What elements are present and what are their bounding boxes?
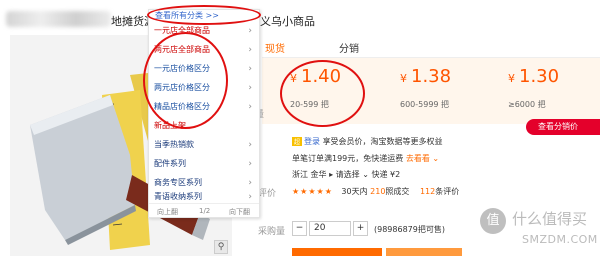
view-all-categories-link[interactable]: 查看所有分类 >> — [155, 10, 219, 21]
purchase-tabs: 现货 分销 — [262, 36, 600, 58]
review-suffix: 条评价 — [435, 187, 460, 196]
category-label: 配件系列 — [154, 159, 186, 168]
category-item[interactable]: 一元店价格区分 › — [154, 60, 257, 78]
buy-now-button[interactable] — [292, 248, 382, 256]
price-tier-2: ¥1.38 600-5999 把 — [400, 66, 451, 110]
category-label: 一元店全部商品 — [154, 26, 210, 35]
free-shipping-link[interactable]: 去看看 — [406, 154, 430, 163]
chevron-down-icon: ⌄ — [429, 154, 440, 163]
price-value: 1.38 — [411, 66, 452, 87]
express-fee: 快递 ¥2 — [371, 170, 401, 179]
price-range: 600-5999 把 — [400, 100, 450, 109]
category-label: 当季热销款 — [154, 140, 194, 149]
view-distribution-price-button[interactable]: 查看分销价 — [526, 119, 600, 135]
rating-stars: ★★★★★ — [292, 187, 333, 196]
free-shipping-text: 单笔订单满199元，免快递运费 — [292, 154, 404, 163]
category-item[interactable]: 当季热销款 › — [154, 136, 257, 154]
review-count[interactable]: 112 — [420, 187, 435, 196]
price-panel: ¥1.40 20-599 把 ¥1.38 600-5999 把 ¥1.30 ≥6… — [262, 58, 600, 124]
currency-symbol: ¥ — [290, 72, 297, 85]
tab-spot-goods[interactable]: 现货 — [265, 40, 285, 55]
page-up-button[interactable]: 向上翻 — [157, 207, 178, 217]
chevron-right-icon: › — [248, 102, 252, 112]
stock-available: (98986879把可售) — [374, 225, 445, 234]
quantity-plus-button[interactable]: + — [353, 221, 368, 236]
currency-symbol: ¥ — [400, 72, 407, 85]
blurred-title-text — [6, 11, 111, 27]
review-row-label: 评价 — [258, 189, 277, 199]
category-item[interactable]: 新品上架 — [154, 117, 257, 135]
add-to-cart-button[interactable] — [386, 248, 462, 256]
free-shipping-row: 单笔订单满199元，免快递运费 去看看 ⌄ — [292, 153, 439, 164]
product-title-row: 地摊货源 义乌小商品 — [0, 8, 600, 30]
watermark-text: 什么值得买 — [512, 210, 588, 228]
price-tier-1: ¥1.40 20-599 把 — [290, 66, 341, 110]
quantity-label: 采购量 — [258, 227, 286, 237]
price-tier-3: ¥1.30 ≥6000 把 — [508, 66, 559, 110]
sales-prefix: 30天内 — [341, 187, 368, 196]
watermark-logo: 值 — [480, 208, 506, 234]
category-label: 精品店价格区分 — [154, 102, 210, 111]
tab-distribution[interactable]: 分销 — [339, 40, 359, 55]
shipping-row: 浙江 金华 ▸ 请选择 ⌄ 快递 ¥2 — [292, 169, 400, 180]
quantity-input[interactable]: 20 — [309, 221, 351, 236]
category-label: 一元店价格区分 — [154, 64, 210, 73]
price-value: 1.40 — [301, 66, 342, 87]
category-label: 新品上架 — [154, 121, 186, 130]
chevron-right-icon: › — [248, 140, 252, 150]
category-label: 商务专区系列 — [154, 178, 202, 187]
price-value: 1.30 — [519, 66, 560, 87]
sales-suffix: 照成交 — [385, 187, 410, 196]
chevron-right-icon: › — [248, 45, 252, 55]
category-item[interactable]: 两元店价格区分 › — [154, 79, 257, 97]
chevron-right-icon: › — [248, 159, 252, 169]
category-pager: 向上翻 1/2 向下翻 — [149, 203, 259, 218]
category-dropdown: 查看所有分类 >> 一元店全部商品 › 两元店全部商品 › 一元店价格区分 › 两元店… — [148, 9, 260, 218]
currency-symbol: ¥ — [508, 72, 515, 85]
origin-location: 浙江 金华 — [292, 170, 327, 179]
price-range: ≥6000 把 — [508, 100, 546, 109]
product-title-right: 义乌小商品 — [260, 15, 315, 28]
sales-count[interactable]: 210 — [370, 187, 385, 196]
price-range: 20-599 把 — [290, 100, 329, 109]
member-row: 超登录 享受会员价，淘宝数据等更多权益 — [292, 136, 443, 147]
chevron-right-icon: › — [248, 26, 252, 36]
login-link[interactable]: 登录 — [304, 137, 320, 146]
watermark-domain: SMZDM.COM — [522, 233, 598, 246]
category-item[interactable]: 两元店全部商品 › — [154, 41, 257, 59]
smzdm-watermark: 值 什么值得买 SMZDM.COM — [470, 200, 600, 256]
category-label: 两元店价格区分 — [154, 83, 210, 92]
page-down-button[interactable]: 向下翻 — [229, 207, 250, 217]
member-badge: 超 — [292, 137, 303, 146]
category-item[interactable]: 精品店价格区分 › — [154, 98, 257, 116]
chevron-right-icon: › — [248, 83, 252, 93]
category-item[interactable]: 配件系列 › — [154, 155, 257, 173]
chevron-right-icon: › — [248, 64, 252, 74]
page-indicator: 1/2 — [199, 207, 211, 215]
category-label: 两元店全部商品 — [154, 45, 210, 54]
zoom-icon[interactable]: ⚲ — [214, 240, 228, 254]
category-item[interactable]: 一元店全部商品 › — [154, 22, 257, 40]
category-label: 青语收纳系列 — [154, 192, 202, 201]
member-benefit-text: 享受会员价，淘宝数据等更多权益 — [322, 137, 443, 146]
destination-select[interactable]: 请选择 — [336, 170, 360, 179]
quantity-minus-button[interactable]: − — [292, 221, 307, 236]
review-row: ★★★★★ 30天内 210照成交 112条评价 — [292, 186, 459, 197]
